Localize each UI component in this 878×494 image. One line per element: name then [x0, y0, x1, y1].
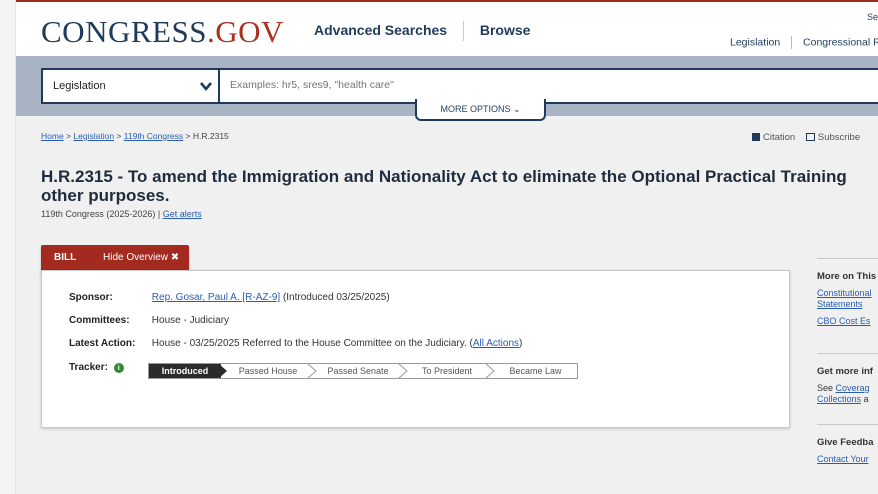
nav-congressional-record[interactable]: Congressional R [803, 36, 878, 48]
sidebar-more-on-this: More on This Constitutional Statements C… [817, 258, 878, 327]
sidebar-link-collections[interactable]: Collections [817, 394, 861, 404]
subscribe-link[interactable]: Subscribe [818, 132, 860, 143]
site-logo[interactable]: CONGRESS.GOV [41, 14, 284, 50]
breadcrumb-separator: > [185, 131, 191, 141]
sponsor-link[interactable]: Rep. Gosar, Paul A. [R-AZ-9] [152, 292, 280, 303]
sidebar-text-suffix: a [861, 394, 869, 404]
sponsor-row: Sponsor: Rep. Gosar, Paul A. [R-AZ-9] (I… [69, 292, 390, 303]
sidebar-link-cbo-cost[interactable]: CBO Cost Es [817, 316, 878, 327]
congress-session: 119th Congress (2025-2026) | [41, 209, 161, 219]
committees-value: House - Judiciary [151, 315, 230, 326]
nav-divider [462, 21, 464, 41]
tracker-step-introduced: Introduced [149, 364, 221, 378]
sidebar-link-coverage[interactable]: Coverag [836, 383, 870, 393]
page-tools: Citation Subscribe [752, 132, 860, 143]
nav-legislation[interactable]: Legislation [730, 36, 780, 48]
more-options-button[interactable]: MORE OPTIONS ⌄ [415, 99, 546, 121]
congress-subtitle: 119th Congress (2025-2026) | Get alerts [41, 209, 202, 219]
citation-icon [752, 133, 760, 141]
latest-action-value: House - 03/25/2025 Referred to the House… [151, 338, 473, 349]
breadcrumb-separator: > [116, 131, 122, 141]
logo-suffix: GOV [215, 14, 284, 49]
tracker-step-passed-senate: Passed Senate [327, 366, 389, 376]
sponsor-introduced: (Introduced 03/25/2025) [282, 292, 390, 303]
left-gutter [0, 0, 16, 494]
bill-overview-panel: Sponsor: Rep. Gosar, Paul A. [R-AZ-9] (I… [41, 270, 790, 428]
tracker-step-to-president: To President [421, 366, 473, 376]
breadcrumb-119th-congress[interactable]: 119th Congress [124, 131, 183, 141]
hide-overview-button[interactable]: Hide Overview ✖ [103, 252, 179, 263]
sidebar-link-statements[interactable]: Statements [817, 299, 878, 310]
get-alerts-link[interactable]: Get alerts [163, 209, 202, 219]
breadcrumb-home[interactable]: Home [41, 131, 64, 141]
sidebar-heading: More on This [817, 271, 877, 282]
sidebar-coverage-text: See Coverag [817, 383, 878, 394]
logo-main: CONGRESS [41, 14, 207, 49]
sponsor-label: Sponsor: [69, 292, 113, 303]
committees-row: Committees: House - Judiciary [69, 315, 229, 326]
tracker-row: Tracker: i [69, 362, 124, 373]
breadcrumb-legislation[interactable]: Legislation [73, 131, 114, 141]
collection-select-value: Legislation [53, 80, 106, 92]
collection-select[interactable]: Legislation [43, 70, 220, 102]
breadcrumb-current: H.R.2315 [192, 131, 229, 141]
site-header: CONGRESS.GOV Advanced Searches Browse Se… [16, 2, 878, 56]
info-icon[interactable]: i [113, 363, 124, 373]
sidebar-heading: Give Feedba [817, 437, 874, 448]
tracker-label: Tracker: [69, 362, 108, 373]
secondary-nav: Legislation Congressional R [730, 36, 878, 49]
chevron-down-icon [200, 82, 212, 92]
page-title: H.R.2315 - To amend the Immigration and … [41, 167, 878, 205]
tracker-step-became-law: Became Law [509, 366, 562, 376]
sidebar-link-contact[interactable]: Contact Your [817, 454, 878, 465]
committees-label: Committees: [69, 315, 130, 326]
all-actions-link[interactable]: All Actions [473, 338, 519, 349]
main-nav: Advanced Searches Browse [314, 21, 530, 41]
page-title-line2: other purposes. [41, 186, 170, 205]
sidebar-link-constitutional[interactable]: Constitutional [817, 288, 878, 299]
sidebar-get-more-info: Get more inf See Coverag Collections a [817, 353, 878, 405]
nav-advanced-searches[interactable]: Advanced Searches [314, 22, 447, 38]
logo-dot: . [206, 14, 216, 49]
citation-link[interactable]: Citation [763, 132, 795, 143]
nav-browse[interactable]: Browse [480, 22, 531, 38]
nav-divider [791, 36, 793, 49]
bill-overview-tab: BILL Hide Overview ✖ [41, 245, 189, 272]
latest-action-row: Latest Action: House - 03/25/2025 Referr… [69, 338, 522, 349]
breadcrumb: Home > Legislation > 119th Congress > H.… [41, 131, 229, 141]
breadcrumb-separator: > [66, 131, 72, 141]
sidebar-give-feedback: Give Feedba Contact Your [817, 424, 878, 465]
sidebar-text-prefix: See [817, 383, 836, 393]
bill-tracker: Introduced Passed House Passed Senate To… [148, 363, 578, 379]
sidebar-collections-text: Collections a [817, 394, 878, 405]
tracker-step-passed-house: Passed House [238, 366, 298, 376]
bill-tab-label: BILL [54, 252, 77, 263]
latest-action-label: Latest Action: [69, 338, 136, 349]
search-input[interactable] [230, 79, 830, 91]
page-title-line1: H.R.2315 - To amend the Immigration and … [41, 167, 847, 186]
sidebar-heading: Get more inf [817, 366, 873, 377]
top-right-link[interactable]: Se [867, 12, 878, 22]
envelope-icon [805, 133, 815, 141]
latest-action-close: ) [519, 338, 523, 349]
